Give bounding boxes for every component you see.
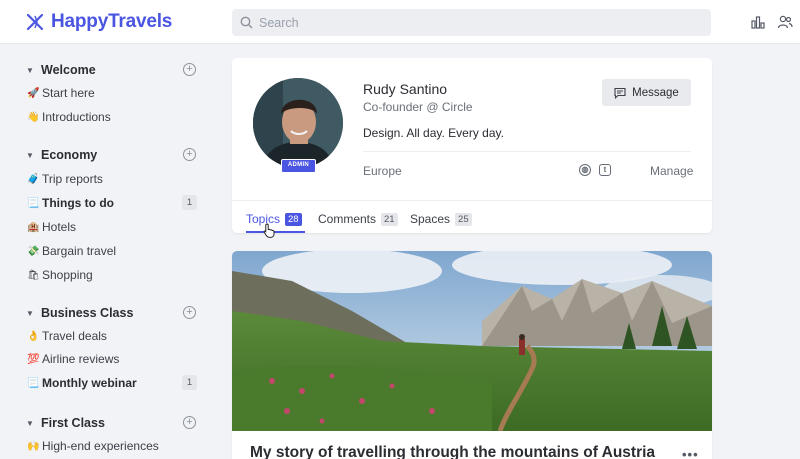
add-space-button[interactable]: + (183, 416, 196, 429)
twitter-icon[interactable]: t (599, 164, 611, 176)
hotel-icon: 🏨 (27, 221, 40, 233)
sidebar-item[interactable]: 🙌 High-end experiences (27, 436, 197, 456)
sidebar-item[interactable]: 🧳 Trip reports (27, 169, 197, 189)
tab-comments[interactable]: Comments 21 (318, 212, 398, 226)
ok-hand-icon: 👌 (27, 330, 40, 342)
sidebar-item[interactable]: 👌 Travel deals (27, 326, 197, 346)
unread-badge: 1 (182, 375, 197, 390)
caret-down-icon[interactable]: ▼ (26, 66, 41, 75)
caret-down-icon[interactable]: ▼ (26, 151, 41, 160)
sidebar: ▼ Welcome + 🚀 Start here 👋 Introductions… (0, 45, 212, 459)
search-icon (240, 16, 253, 29)
tab-label: Comments (318, 212, 377, 226)
section-header[interactable]: ▼ Economy + (26, 145, 196, 165)
unread-badge: 1 (182, 195, 197, 210)
sidebar-item-label: Things to do (42, 196, 114, 210)
document-icon: 📃 (27, 377, 40, 389)
tab-count: 21 (381, 212, 398, 226)
avatar-image (253, 78, 343, 168)
hundred-icon: 💯 (27, 353, 40, 365)
sidebar-item[interactable]: 🛍 Shopping (27, 265, 197, 285)
profile-location: Europe (363, 164, 402, 178)
profile-card: ADMIN Rudy Santino Co-founder @ Circle D… (232, 58, 712, 233)
wave-icon: 👋 (27, 111, 40, 123)
sidebar-item-label: Introductions (42, 110, 111, 124)
tab-count: 28 (285, 212, 302, 226)
leaderboard-icon[interactable] (750, 14, 766, 30)
shopping-bag-icon: 🛍 (27, 269, 40, 281)
luggage-icon: 🧳 (27, 173, 40, 185)
caret-down-icon[interactable]: ▼ (26, 309, 41, 318)
sidebar-item-label: High-end experiences (42, 439, 159, 453)
members-icon[interactable] (777, 14, 793, 30)
avatar[interactable] (253, 78, 343, 168)
dribbble-icon[interactable]: ◍ (579, 164, 591, 176)
sidebar-item[interactable]: 📃 Monthly webinar 1 (27, 373, 197, 393)
more-options-icon[interactable]: ••• (682, 447, 699, 459)
sidebar-item-label: Hotels (42, 220, 77, 234)
profile-name: Rudy Santino (363, 81, 448, 97)
sidebar-item-label: Monthly webinar (42, 376, 137, 390)
sidebar-item[interactable]: 🚀 Start here (27, 83, 197, 103)
active-tab-indicator (246, 231, 305, 233)
sidebar-item-label: Trip reports (42, 172, 103, 186)
sidebar-item-label: Shopping (42, 268, 93, 282)
tab-label: Spaces (410, 212, 451, 226)
sidebar-item[interactable]: 💸 Bargain travel (27, 241, 197, 261)
logo[interactable]: HappyTravels (26, 11, 172, 33)
money-icon: 💸 (27, 245, 40, 257)
document-icon: 📃 (27, 197, 40, 209)
section-header[interactable]: ▼ Welcome + (26, 60, 196, 80)
section-title: First Class (41, 416, 105, 430)
tab-spaces[interactable]: Spaces 25 (410, 212, 472, 226)
rocket-icon: 🚀 (27, 87, 40, 99)
section-title: Business Class (41, 306, 134, 320)
section-title: Economy (41, 148, 98, 162)
message-button[interactable]: Message (602, 79, 691, 106)
chat-bubble-icon (614, 87, 626, 99)
sidebar-item[interactable]: 🏨 Hotels (27, 217, 197, 237)
sidebar-item[interactable]: 👋 Introductions (27, 107, 197, 127)
tab-count: 25 (455, 212, 472, 226)
section-header[interactable]: ▼ First Class + (26, 413, 196, 433)
sidebar-item-label: Airline reviews (42, 352, 120, 366)
section-header[interactable]: ▼ Business Class + (26, 303, 196, 323)
search-input[interactable] (259, 15, 659, 30)
caret-down-icon[interactable]: ▼ (26, 419, 41, 428)
hand-cursor-icon (263, 223, 275, 238)
sidebar-item-label: Start here (42, 86, 95, 100)
brand-name: HappyTravels (51, 11, 173, 32)
add-space-button[interactable]: + (183, 148, 196, 161)
message-button-label: Message (632, 86, 679, 99)
sidebar-item[interactable]: 💯 Airline reviews (27, 349, 197, 369)
add-space-button[interactable]: + (183, 306, 196, 319)
search-bar[interactable] (232, 9, 711, 36)
sidebar-item-label: Travel deals (42, 329, 107, 343)
post-cover-image[interactable] (232, 251, 712, 431)
top-header: HappyTravels (0, 0, 800, 44)
profile-bio: Design. All day. Every day. (363, 126, 504, 140)
post-card[interactable]: My story of travelling through the mount… (232, 251, 712, 459)
divider (363, 151, 691, 152)
raised-hands-icon: 🙌 (27, 440, 40, 452)
travel-logo-icon (26, 13, 44, 31)
section-title: Welcome (41, 63, 96, 77)
admin-badge: ADMIN (281, 159, 316, 173)
divider (232, 200, 712, 201)
post-title[interactable]: My story of travelling through the mount… (250, 444, 655, 459)
profile-role: Co-founder @ Circle (363, 100, 473, 114)
sidebar-item[interactable]: 📃 Things to do 1 (27, 193, 197, 213)
add-space-button[interactable]: + (183, 63, 196, 76)
manage-link[interactable]: Manage (650, 164, 693, 178)
sidebar-item-label: Bargain travel (42, 244, 117, 258)
